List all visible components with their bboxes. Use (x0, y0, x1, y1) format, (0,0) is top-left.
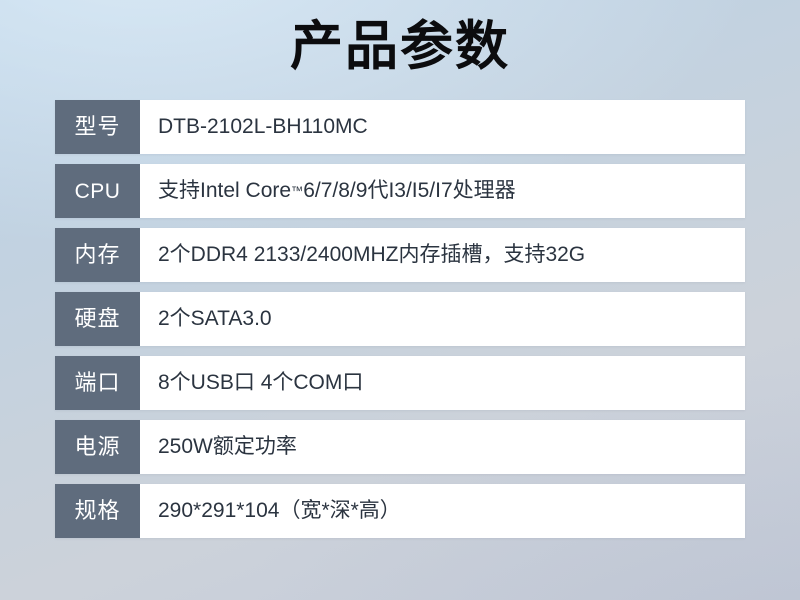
spec-row-cpu: CPU 支持Intel Core ™ 6/7/8/9代I3/I5/I7处理器 (55, 164, 745, 218)
spec-value-memory: 2个DDR4 2133/2400MHZ内存插槽，支持32G (158, 242, 586, 266)
spec-row-power: 电源 250W额定功率 (55, 420, 745, 474)
spec-label-power: 电源 (55, 420, 140, 474)
spec-value-model: DTB-2102L-BH110MC (158, 114, 368, 138)
product-spec-page: 产品参数 型号 DTB-2102L-BH110MC CPU 支持Intel Co… (0, 0, 800, 600)
spec-row-model: 型号 DTB-2102L-BH110MC (55, 100, 745, 154)
spec-table: 型号 DTB-2102L-BH110MC CPU 支持Intel Core ™ 6/… (55, 100, 745, 538)
spec-value-cpu-prefix: 支持Intel Core (158, 178, 292, 202)
spec-label-model: 型号 (55, 100, 140, 154)
spec-label-ports: 端口 (55, 356, 140, 410)
spec-row-ports: 端口 8个USB口 4个COM口 (55, 356, 745, 410)
spec-value-cpu-suffix: 6/7/8/9代I3/I5/I7处理器 (303, 178, 516, 202)
spec-value-ports: 8个USB口 4个COM口 (158, 370, 364, 394)
page-title: 产品参数 (290, 17, 510, 76)
spec-row-dimensions: 规格 290*291*104（宽*深*高） (55, 484, 745, 538)
spec-row-storage: 硬盘 2个SATA3.0 (55, 292, 745, 346)
spec-label-storage: 硬盘 (55, 292, 140, 346)
spec-value-storage: 2个SATA3.0 (158, 306, 272, 330)
spec-row-memory: 内存 2个DDR4 2133/2400MHZ内存插槽，支持32G (55, 228, 745, 282)
spec-value-power: 250W额定功率 (158, 434, 297, 458)
spec-label-dimensions: 规格 (55, 484, 140, 538)
spec-value-dimensions: 290*291*104（宽*深*高） (158, 498, 401, 522)
spec-label-cpu: CPU (55, 164, 140, 218)
spec-label-memory: 内存 (55, 228, 140, 282)
spec-value-cpu: 支持Intel Core ™ 6/7/8/9代I3/I5/I7处理器 (140, 164, 745, 218)
